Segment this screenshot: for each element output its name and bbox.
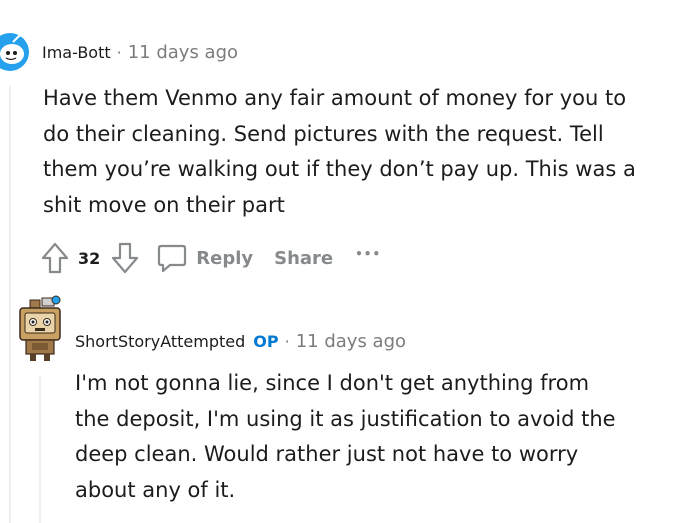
op-badge: OP xyxy=(253,331,279,351)
downvote-icon[interactable] xyxy=(110,241,140,275)
username[interactable]: Ima-Bott xyxy=(42,43,111,62)
timestamp[interactable]: 11 days ago xyxy=(128,42,238,63)
comment-body: Have them Venmo any fair amount of money… xyxy=(43,86,636,217)
upvote-icon[interactable] xyxy=(40,241,70,275)
username[interactable]: ShortStoryAttempted xyxy=(75,332,245,351)
separator-dot: · xyxy=(284,331,290,351)
comment-body: I'm not gonna lie, since I don't get any… xyxy=(75,371,616,502)
share-button[interactable]: Share xyxy=(274,248,333,269)
thread-line-nested[interactable] xyxy=(39,375,41,523)
separator-dot: · xyxy=(116,42,122,62)
more-options-button[interactable]: ••• xyxy=(355,247,381,261)
timestamp[interactable]: 11 days ago xyxy=(296,331,406,352)
avatar[interactable] xyxy=(0,28,32,74)
comment-bubble-icon xyxy=(156,242,188,274)
comment-header: Ima-Bott · 11 days ago xyxy=(42,38,238,66)
comment-header: ShortStoryAttempted OP · 11 days ago xyxy=(75,327,406,355)
vote-count: 32 xyxy=(78,248,101,268)
reply-label: Reply xyxy=(196,247,254,269)
avatar[interactable] xyxy=(12,294,68,362)
comment-actions: 32 Reply Share ••• xyxy=(40,240,381,276)
reply-button[interactable]: Reply xyxy=(156,242,253,274)
thread-line[interactable] xyxy=(9,86,11,523)
